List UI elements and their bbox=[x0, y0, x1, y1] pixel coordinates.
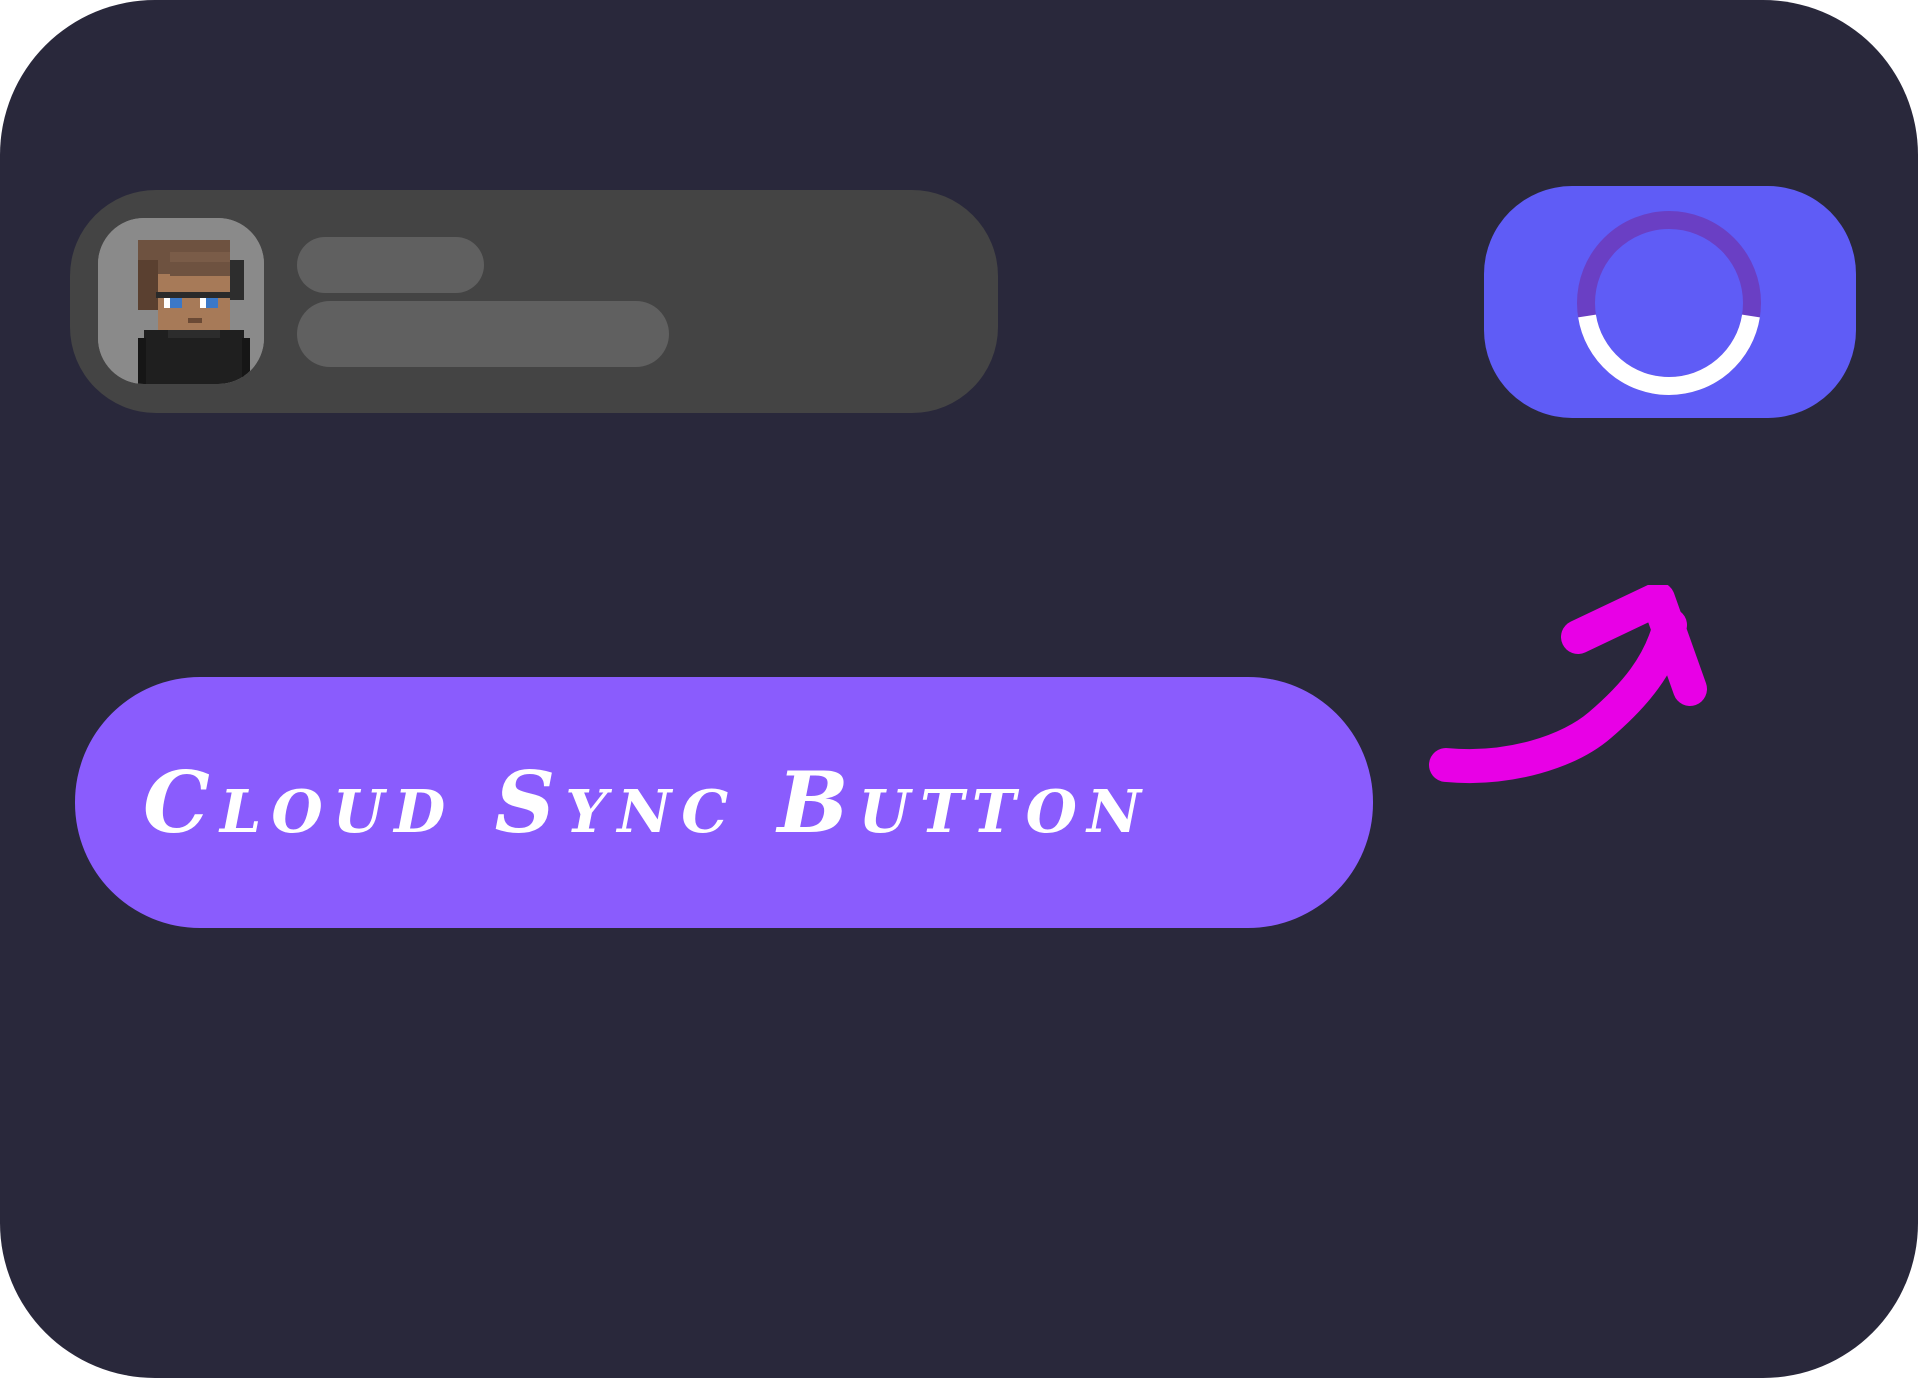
loading-spinner-icon bbox=[1577, 211, 1761, 395]
name-placeholder bbox=[297, 237, 484, 293]
profile-card bbox=[70, 190, 998, 413]
pixel-character-icon bbox=[98, 218, 264, 384]
app-window: Cloud Sync Button bbox=[0, 0, 1918, 1378]
annotation-label: Cloud Sync Button bbox=[143, 753, 1151, 852]
detail-placeholder bbox=[297, 301, 669, 367]
cloud-sync-button[interactable] bbox=[1484, 186, 1856, 418]
spinner-progress-arc bbox=[1578, 314, 1760, 395]
curved-arrow-icon bbox=[1429, 585, 1707, 783]
avatar bbox=[98, 218, 264, 384]
annotation-label-pill: Cloud Sync Button bbox=[75, 677, 1373, 928]
